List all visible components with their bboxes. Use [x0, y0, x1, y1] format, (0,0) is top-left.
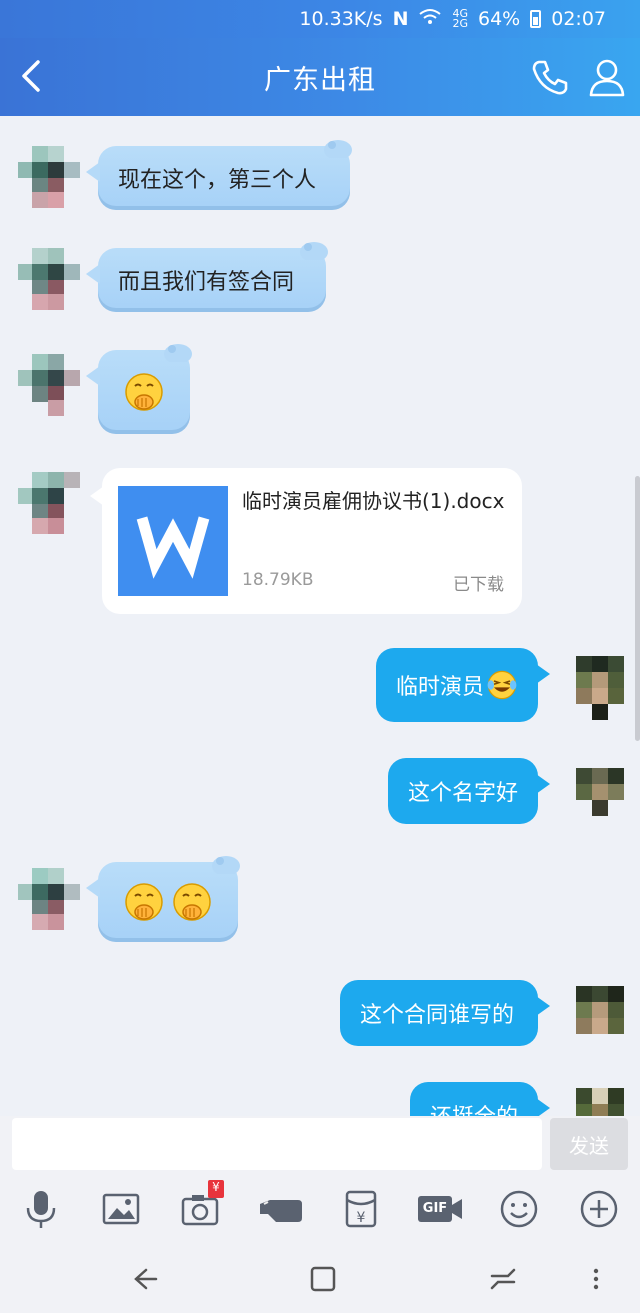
- camera-icon[interactable]: ¥: [180, 1180, 224, 1230]
- image-icon[interactable]: [100, 1188, 142, 1230]
- signal-icon: 4G 2G: [452, 7, 468, 30]
- message-bubble[interactable]: 现在这个，第三个人: [86, 140, 352, 210]
- send-button[interactable]: 发送: [550, 1118, 628, 1170]
- battery-icon: [530, 10, 542, 28]
- file-size: 18.79KB: [242, 570, 314, 590]
- message-bubble[interactable]: 而且我们有签合同: [86, 242, 328, 312]
- covering-mouth-emoji-icon: [125, 373, 163, 411]
- nav-more-icon[interactable]: [586, 1262, 606, 1296]
- avatar[interactable]: [18, 472, 80, 534]
- red-packet-icon[interactable]: ¥: [340, 1188, 382, 1230]
- chat-area[interactable]: 现在这个，第三个人 而且我们有签合同 临时演员雇佣协议书(1).docx 18.…: [0, 116, 640, 1116]
- file-name: 临时演员雇佣协议书(1).docx: [242, 489, 505, 513]
- clock: 02:07: [551, 8, 606, 30]
- avatar[interactable]: [576, 986, 638, 1048]
- microphone-icon[interactable]: [20, 1188, 62, 1230]
- nfc-icon: N: [392, 8, 409, 30]
- avatar[interactable]: [18, 868, 80, 930]
- bubble-decoration-icon: [300, 242, 328, 260]
- message-text: 这个名字好: [408, 781, 519, 806]
- nav-recents-icon[interactable]: [486, 1262, 520, 1296]
- download-status: 已下载: [453, 575, 504, 595]
- scrollbar[interactable]: [635, 476, 640, 741]
- title-bar: 广东出租: [0, 38, 640, 116]
- message-text: 临时演员: [396, 675, 485, 700]
- wifi-icon: [418, 8, 442, 31]
- message-text: 现在这个，第三个人: [118, 168, 317, 193]
- avatar[interactable]: [18, 354, 80, 416]
- covering-mouth-emoji-icon: [125, 883, 163, 921]
- bubble-decoration-icon: [324, 140, 352, 158]
- word-document-icon: [118, 486, 228, 596]
- system-navigation-bar: [0, 1240, 640, 1313]
- hand-gesture-icon[interactable]: [258, 1188, 306, 1230]
- avatar[interactable]: [576, 656, 638, 720]
- phone-icon[interactable]: [530, 57, 570, 97]
- avatar[interactable]: [18, 248, 80, 310]
- bubble-decoration-icon: [212, 856, 240, 874]
- status-bar: 10.33K/s N 4G 2G 64% 02:07: [0, 0, 640, 38]
- message-bubble[interactable]: [86, 344, 192, 434]
- covering-mouth-emoji-icon: [173, 883, 211, 921]
- avatar[interactable]: [18, 146, 80, 208]
- nav-home-icon[interactable]: [306, 1262, 340, 1296]
- avatar[interactable]: [576, 1088, 638, 1116]
- message-bubble[interactable]: 还挺全的: [410, 1082, 550, 1116]
- battery-percent: 64%: [478, 8, 521, 30]
- message-bubble[interactable]: [86, 856, 240, 942]
- tears-of-joy-emoji-icon: [487, 670, 517, 700]
- red-packet-badge: ¥: [208, 1180, 224, 1198]
- svg-text:¥: ¥: [357, 1210, 366, 1226]
- message-bubble[interactable]: 临时演员: [376, 648, 550, 722]
- input-bar: 发送: [0, 1116, 640, 1178]
- network-speed: 10.33K/s: [299, 8, 383, 30]
- nav-back-icon[interactable]: [128, 1262, 162, 1296]
- plus-icon[interactable]: [578, 1188, 620, 1230]
- gif-label: GIF: [422, 1201, 448, 1216]
- message-text: 而且我们有签合同: [118, 270, 295, 295]
- message-text: 这个合同谁写的: [360, 1003, 515, 1028]
- message-bubble[interactable]: 这个合同谁写的: [340, 980, 550, 1046]
- profile-icon[interactable]: [588, 57, 626, 97]
- smiley-icon[interactable]: [498, 1188, 540, 1230]
- avatar[interactable]: [576, 768, 638, 830]
- file-message[interactable]: 临时演员雇佣协议书(1).docx 18.79KB 已下载: [90, 468, 522, 614]
- message-text: 还挺全的: [430, 1099, 518, 1116]
- message-input[interactable]: [12, 1118, 542, 1170]
- gif-icon[interactable]: GIF: [416, 1188, 464, 1230]
- input-toolbar: ¥ ¥ GIF: [0, 1178, 640, 1240]
- bubble-decoration-icon: [164, 344, 192, 362]
- message-bubble[interactable]: 这个名字好: [388, 758, 550, 824]
